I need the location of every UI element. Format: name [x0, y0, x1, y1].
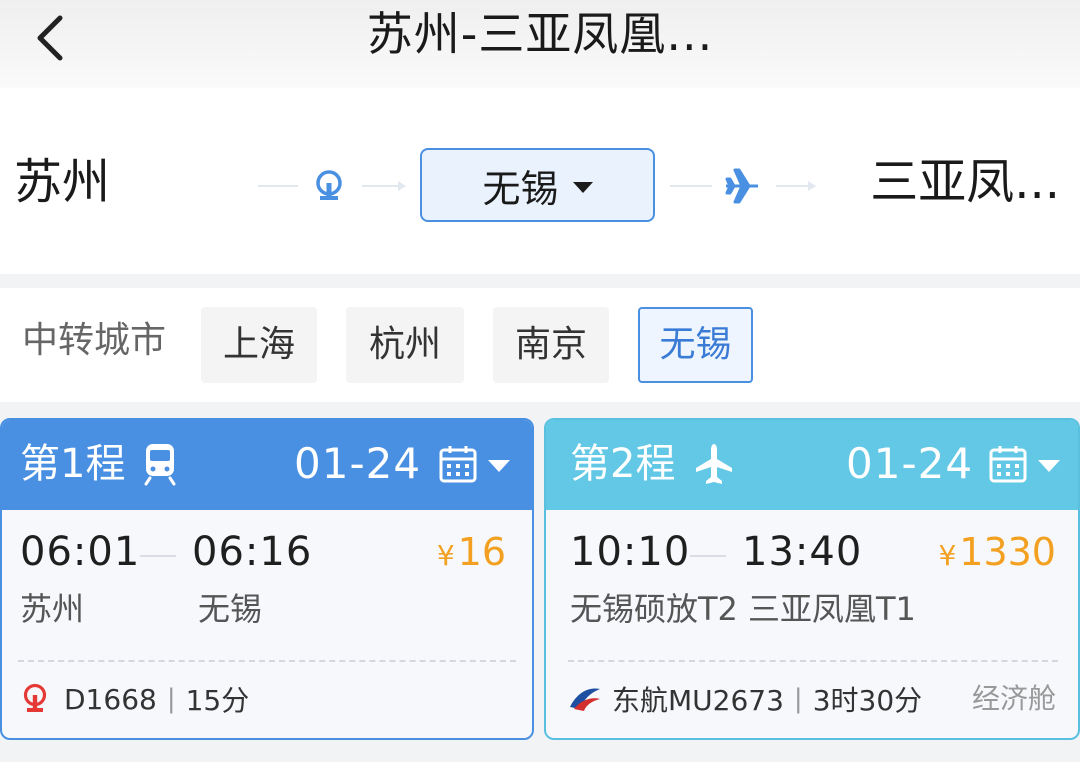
duration: 3时30分 — [812, 684, 923, 717]
divider — [18, 660, 516, 662]
top-bar: 苏州-三亚凤凰... — [0, 0, 1080, 88]
transfer-city-selector: 中转城市 上海 杭州 南京 无锡 — [0, 288, 1080, 402]
chip-wuxi[interactable]: 无锡 — [638, 307, 753, 383]
price-value: 1330 — [959, 530, 1056, 574]
leg-title: 第1程 — [20, 441, 126, 487]
time-separator — [140, 555, 176, 557]
duration: 15分 — [185, 684, 250, 717]
to-station: 无锡 — [198, 590, 263, 628]
from-station: 无锡硕放T2 — [570, 590, 738, 628]
origin-city: 苏州 — [14, 154, 111, 210]
route-line — [776, 185, 808, 187]
divider: | — [166, 684, 176, 714]
arrive-time: 06:16 — [192, 529, 313, 575]
leg-header: 第2程 01-24 — [546, 420, 1078, 510]
price: ¥16 — [437, 524, 506, 584]
calendar-icon[interactable] — [438, 444, 478, 484]
chevron-down-icon[interactable] — [1038, 460, 1060, 472]
from-station: 苏州 — [20, 590, 85, 628]
divider: | — [793, 684, 803, 714]
transfer-city-value: 无锡 — [482, 166, 559, 211]
train-icon — [144, 444, 176, 486]
calendar-icon[interactable] — [988, 444, 1028, 484]
page-title: 苏州-三亚凤凰... — [366, 7, 714, 61]
divider — [568, 660, 1058, 662]
flight-number: 东航MU2673 — [612, 684, 784, 717]
chip-nanjing[interactable]: 南京 — [493, 307, 609, 383]
arrive-time: 13:40 — [742, 529, 863, 575]
route-line — [362, 185, 398, 187]
china-eastern-logo — [570, 688, 600, 711]
train-number: D1668 — [64, 682, 157, 716]
transfer-city-dropdown[interactable]: 无锡 — [420, 148, 655, 222]
currency-symbol: ¥ — [436, 539, 455, 572]
cabin-class: 经济舱 — [971, 682, 1056, 715]
transfer-label: 中转城市 — [22, 320, 167, 361]
trip-details: D1668 | 15分 — [20, 674, 249, 724]
chevron-down-icon — [572, 181, 593, 193]
chip-hangzhou[interactable]: 杭州 — [346, 307, 464, 383]
currency-symbol: ¥ — [938, 539, 957, 572]
leg-card-2[interactable]: 第2程 01-24 10:10 13:40 ¥1330 无锡硕放T2 三亚凤凰T… — [544, 418, 1080, 740]
route-line — [670, 185, 712, 187]
depart-time: 10:10 — [570, 529, 691, 575]
route-summary: 苏州 无锡 三亚凤... — [0, 88, 1080, 274]
route-arrow — [398, 181, 406, 191]
price-value: 16 — [457, 530, 506, 574]
route-arrow — [808, 181, 816, 191]
route-line — [258, 185, 298, 187]
to-station: 三亚凤凰T1 — [748, 590, 916, 628]
leg-card-1[interactable]: 第1程 01-24 06:01 06:16 ¥16 苏州 无锡 D1668 | … — [0, 418, 534, 740]
depart-time: 06:01 — [20, 529, 141, 575]
time-separator — [690, 555, 726, 557]
price: ¥1330 — [938, 524, 1056, 584]
chevron-down-icon[interactable] — [488, 460, 510, 472]
leg-header: 第1程 01-24 — [2, 420, 532, 510]
plane-icon — [725, 168, 758, 204]
plane-icon — [696, 444, 732, 484]
china-rail-icon — [23, 683, 47, 712]
destination-city: 三亚凤... — [870, 154, 1060, 210]
leg-date[interactable]: 01-24 — [294, 434, 421, 494]
leg-date[interactable]: 01-24 — [846, 434, 973, 494]
trip-details: 东航MU2673 | 3时30分 — [568, 674, 922, 724]
chip-shanghai[interactable]: 上海 — [201, 307, 317, 383]
china-rail-icon — [316, 170, 342, 200]
leg-title: 第2程 — [570, 441, 676, 487]
